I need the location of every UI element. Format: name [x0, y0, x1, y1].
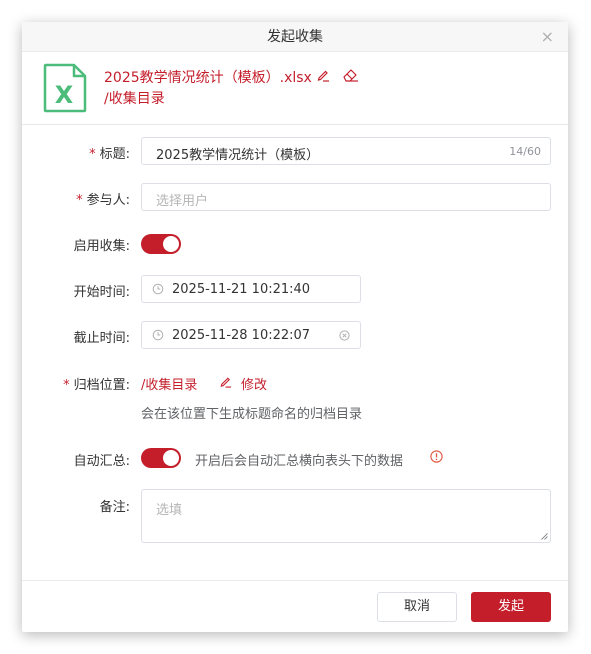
edit-icon[interactable] — [316, 68, 330, 82]
eraser-icon[interactable] — [342, 68, 359, 82]
summary-hint: 开启后会自动汇总横向表头下的数据 — [195, 454, 404, 469]
archive-hint: 会在该位置下生成标题命名的归档目录 — [141, 407, 363, 422]
submit-button[interactable]: 发起 — [471, 592, 551, 622]
collect-dialog: 发起收集 × X 2025教学情况统计（模板）.xlsx /收集目录 * 标题: … — [22, 22, 568, 632]
start-time-label: 开始时间: — [73, 285, 130, 300]
warning-icon[interactable] — [430, 450, 443, 463]
title-input-value: 2025教学情况统计（模板） — [156, 148, 320, 163]
start-time-picker[interactable]: 2025-11-21 10:21:40 — [141, 275, 361, 303]
clock-icon — [152, 283, 164, 295]
edit-icon[interactable] — [219, 375, 232, 388]
start-time-value: 2025-11-21 10:21:40 — [172, 282, 311, 297]
resize-handle-icon[interactable] — [541, 533, 548, 540]
archive-path-link[interactable]: /收集目录 — [141, 374, 197, 393]
cancel-button[interactable]: 取消 — [377, 592, 457, 622]
file-path: /收集目录 — [104, 91, 165, 107]
end-time-value: 2025-11-28 10:22:07 — [172, 328, 311, 343]
excel-file-icon: X — [43, 63, 87, 113]
title-input[interactable]: 2025教学情况统计（模板） 14/60 — [141, 137, 551, 165]
excel-letter: X — [55, 81, 74, 109]
end-time-picker[interactable]: 2025-11-28 10:22:07 — [141, 321, 361, 349]
dialog-footer: 取消 发起 — [22, 580, 568, 632]
file-name: 2025教学情况统计（模板）.xlsx — [104, 70, 312, 86]
remark-placeholder: 选填 — [156, 503, 183, 518]
dialog-header: 发起收集 × — [22, 22, 568, 52]
clock-icon — [152, 329, 164, 341]
toggle-knob — [163, 236, 179, 252]
summary-label: 自动汇总: — [73, 454, 130, 469]
toggle-knob — [163, 450, 179, 466]
required-mark: * — [63, 378, 70, 393]
remark-textarea[interactable]: 选填 — [141, 489, 551, 543]
title-counter: 14/60 — [509, 145, 541, 158]
remark-label: 备注: — [99, 500, 130, 515]
enable-label: 启用收集: — [73, 239, 130, 254]
archive-modify-link[interactable]: 修改 — [241, 374, 267, 393]
clear-circle-icon[interactable] — [339, 330, 350, 341]
required-mark: * — [76, 193, 83, 208]
participants-label: * 参与人: — [76, 193, 130, 208]
close-icon[interactable]: × — [541, 22, 554, 52]
end-time-label: 截止时间: — [73, 331, 130, 346]
summary-toggle[interactable] — [141, 448, 181, 468]
dialog-title: 发起收集 — [267, 29, 323, 45]
archive-label: * 归档位置: — [63, 378, 130, 393]
required-mark: * — [89, 147, 96, 162]
enable-toggle[interactable] — [141, 234, 181, 254]
participants-select[interactable]: 选择用户 — [141, 183, 551, 211]
file-section: X 2025教学情况统计（模板）.xlsx /收集目录 — [22, 52, 568, 125]
title-label: * 标题: — [89, 147, 130, 162]
participants-placeholder: 选择用户 — [156, 194, 209, 209]
